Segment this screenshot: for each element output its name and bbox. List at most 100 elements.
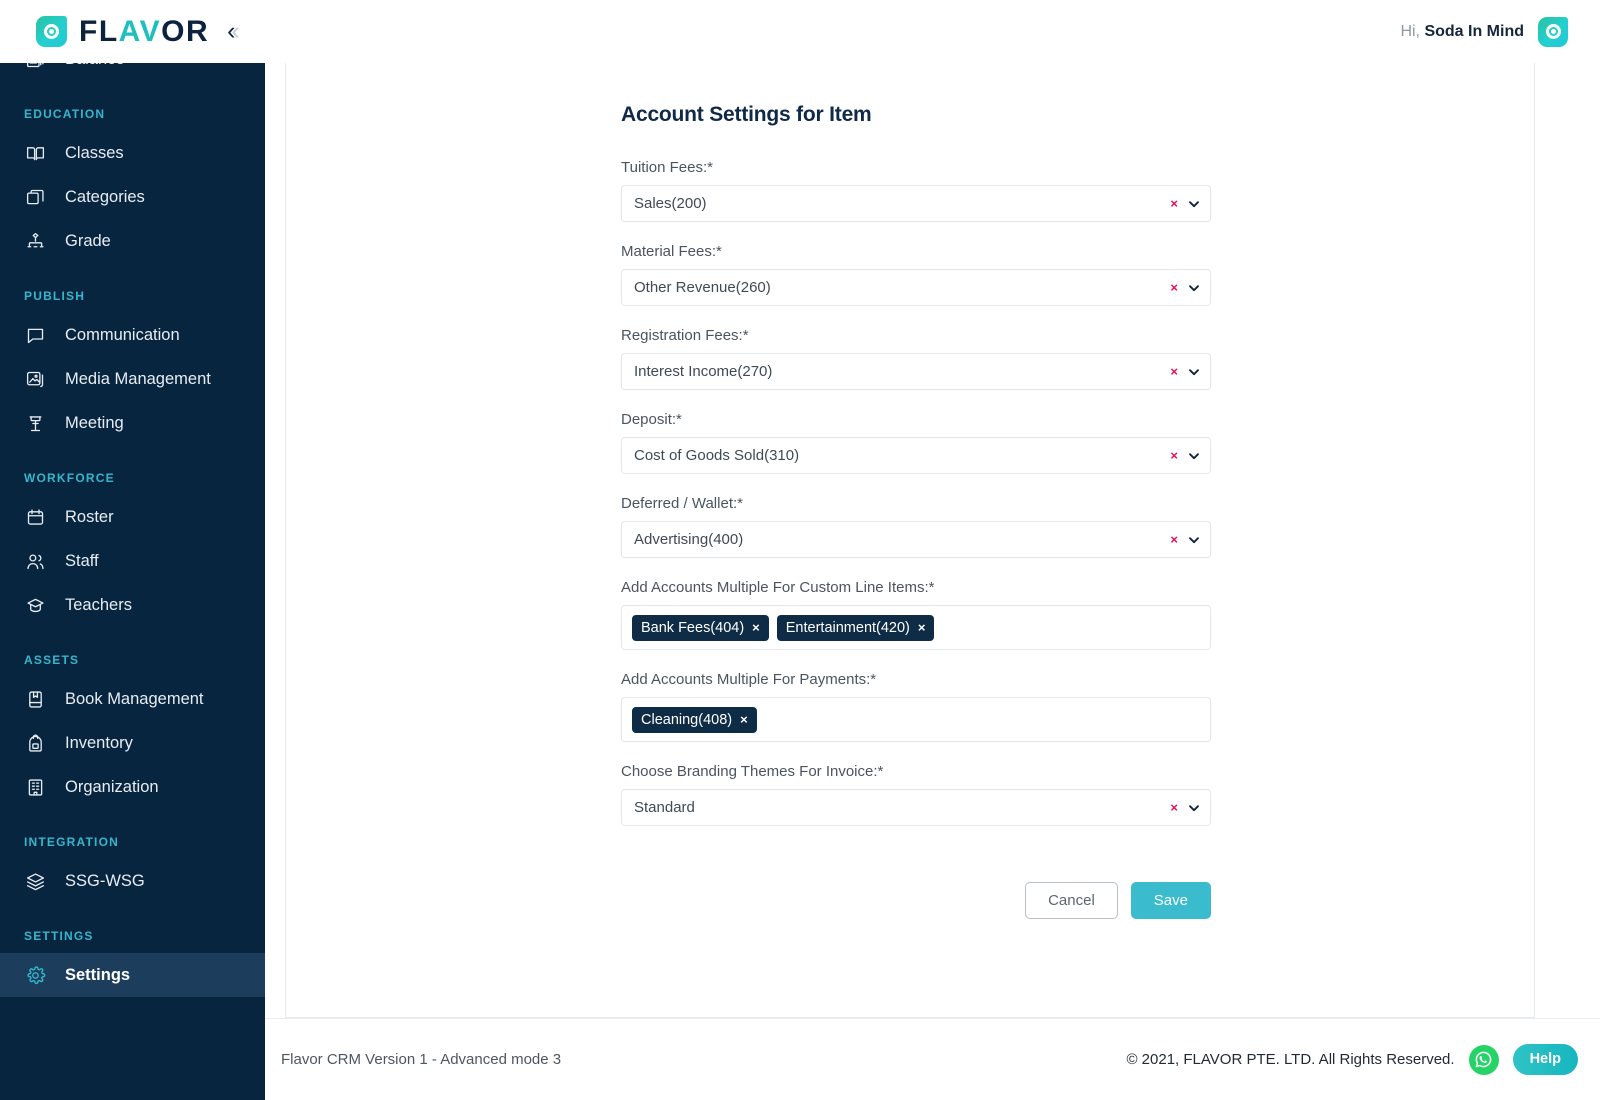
- account-settings-form: Account Settings for Item Tuition Fees:*…: [621, 103, 1211, 919]
- field-tuition-fees: Tuition Fees:* Sales(200) ×: [621, 159, 1211, 222]
- top-bar-right: Hi, Soda In Mind: [1400, 16, 1568, 47]
- sidebar-item-label: Balance: [65, 63, 125, 69]
- select-actions: ×: [1170, 197, 1200, 210]
- tag-chip[interactable]: Cleaning(408) ×: [632, 706, 757, 733]
- cancel-button[interactable]: Cancel: [1025, 882, 1118, 919]
- sidebar-item-label: SSG-WSG: [65, 871, 145, 890]
- select-actions: ×: [1170, 533, 1200, 546]
- select-value: Cost of Goods Sold(310): [634, 447, 800, 464]
- brand-word-v: V: [139, 14, 162, 48]
- brand-word-a: A: [118, 14, 140, 48]
- tag-remove-icon[interactable]: ×: [752, 621, 760, 634]
- sidebar-item-inventory[interactable]: Inventory: [0, 721, 265, 765]
- material-fees-select[interactable]: Other Revenue(260) ×: [621, 269, 1211, 306]
- whatsapp-icon[interactable]: [1468, 1044, 1499, 1075]
- deferred-wallet-select[interactable]: Advertising(400) ×: [621, 521, 1211, 558]
- form-actions: Cancel Save: [621, 882, 1211, 919]
- sidebar-item-meeting[interactable]: Meeting: [0, 401, 265, 445]
- footer-copyright: © 2021, FLAVOR PTE. LTD. All Rights Rese…: [1126, 1051, 1455, 1068]
- field-add-accounts-multiple-for-payments: Add Accounts Multiple For Payments:* Clea…: [621, 671, 1211, 742]
- sidebar-item-label: Media Management: [65, 369, 211, 388]
- clear-icon[interactable]: ×: [1170, 449, 1178, 462]
- flavor-logo-mark-icon: [36, 16, 67, 47]
- clear-icon[interactable]: ×: [1170, 801, 1178, 814]
- footer: Flavor CRM Version 1 - Advanced mode 3 ©…: [265, 1018, 1600, 1100]
- sidebar-item-grade[interactable]: Grade: [0, 219, 265, 263]
- tag-chip[interactable]: Entertainment(420) ×: [776, 614, 935, 641]
- clear-icon[interactable]: ×: [1170, 533, 1178, 546]
- sidebar-item-communication[interactable]: Communication: [0, 313, 265, 357]
- logo-ring: [44, 24, 59, 39]
- sidebar-collapse-icon[interactable]: ‹ ‹: [227, 19, 240, 44]
- book-closed-icon: [24, 688, 46, 710]
- field-label: Add Accounts Multiple For Custom Line It…: [621, 579, 935, 596]
- sidebar-item-ssg-wsg[interactable]: SSG-WSG: [0, 859, 265, 903]
- field-label: Material Fees:*: [621, 243, 722, 260]
- chevron-down-icon[interactable]: [1188, 282, 1200, 294]
- clear-icon[interactable]: ×: [1170, 197, 1178, 210]
- sidebar-item-organization[interactable]: Organization: [0, 765, 265, 809]
- chevron-down-icon[interactable]: [1188, 198, 1200, 210]
- field-label: Tuition Fees:*: [621, 159, 713, 176]
- select-value: Sales(200): [634, 195, 707, 212]
- select-value: Other Revenue(260): [634, 279, 771, 296]
- sidebar-item-book-management[interactable]: Book Management: [0, 677, 265, 721]
- field-label: Add Accounts Multiple For Payments:*: [621, 671, 877, 688]
- field-label: Registration Fees:*: [621, 327, 749, 344]
- brand-word-or: OR: [161, 14, 210, 48]
- greeting-prefix: Hi,: [1400, 22, 1420, 40]
- clear-icon[interactable]: ×: [1170, 365, 1178, 378]
- chevron-down-icon[interactable]: [1188, 802, 1200, 814]
- sidebar-section-settings: SETTINGS: [24, 929, 94, 943]
- field-registration-fees: Registration Fees:* Interest Income(270) ×: [621, 327, 1211, 390]
- field-deferred-wallet: Deferred / Wallet:* Advertising(400) ×: [621, 495, 1211, 558]
- sidebar-item-categories[interactable]: Categories: [0, 175, 265, 219]
- sidebar-item-balance[interactable]: Balance: [0, 63, 265, 81]
- sidebar-item-classes[interactable]: Classes: [0, 131, 265, 175]
- sidebar-item-roster[interactable]: Roster: [0, 495, 265, 539]
- sidebar-item-staff[interactable]: Staff: [0, 539, 265, 583]
- clear-icon[interactable]: ×: [1170, 281, 1178, 294]
- select-value: Advertising(400): [634, 531, 744, 548]
- brand-logo[interactable]: FLAVOR: [36, 16, 209, 47]
- add-accounts-multiple-for-payments-multiselect[interactable]: Cleaning(408) ×: [621, 697, 1211, 742]
- registration-fees-select[interactable]: Interest Income(270) ×: [621, 353, 1211, 390]
- sidebar-item-media-management[interactable]: Media Management: [0, 357, 265, 401]
- podium-icon: [24, 412, 46, 434]
- sidebar-item-label: Settings: [65, 965, 131, 984]
- sidebar-item-teachers[interactable]: Teachers: [0, 583, 265, 627]
- tag-remove-icon[interactable]: ×: [740, 713, 748, 726]
- select-actions: ×: [1170, 449, 1200, 462]
- chevron-down-icon[interactable]: [1188, 534, 1200, 546]
- gear-icon: [24, 964, 46, 986]
- layers-icon: [24, 870, 46, 892]
- branding-theme-select[interactable]: Standard ×: [621, 789, 1211, 826]
- brand-wordmark: FLAVOR: [79, 14, 210, 48]
- field-deposit: Deposit:* Cost of Goods Sold(310) ×: [621, 411, 1211, 474]
- sidebar-item-label: Teachers: [65, 595, 132, 614]
- sidebar-item-label: Categories: [65, 187, 145, 206]
- chevron-down-icon[interactable]: [1188, 366, 1200, 378]
- sidebar-item-label: Organization: [65, 777, 159, 796]
- sidebar-item-label: Inventory: [65, 733, 133, 752]
- sidebar-item-label: Roster: [65, 507, 114, 526]
- select-fields-group: Tuition Fees:* Sales(200) × Material Fees:*…: [621, 159, 1211, 558]
- help-button[interactable]: Help: [1512, 1044, 1578, 1075]
- sidebar-section-integration: INTEGRATION: [24, 835, 119, 849]
- tag-fields-group: Add Accounts Multiple For Custom Line It…: [621, 579, 1211, 742]
- sidebar[interactable]: Balance EDUCATION Classes Categories Grade PU…: [0, 63, 265, 1100]
- deposit-select[interactable]: Cost of Goods Sold(310) ×: [621, 437, 1211, 474]
- logo-dot: [49, 29, 54, 34]
- sidebar-section-education: EDUCATION: [24, 107, 106, 121]
- chevron-down-icon[interactable]: [1188, 450, 1200, 462]
- sidebar-item-label: Grade: [65, 231, 111, 250]
- main-content: Account Settings for Item Tuition Fees:*…: [265, 63, 1600, 1100]
- tuition-fees-select[interactable]: Sales(200) ×: [621, 185, 1211, 222]
- app-root: FLAVOR ‹‹ Hi, Soda In Mind Balance EDUCAT…: [0, 0, 1600, 1100]
- add-accounts-multiple-for-custom-line-items-multiselect[interactable]: Bank Fees(404) × Entertainment(420) ×: [621, 605, 1211, 650]
- tag-remove-icon[interactable]: ×: [918, 621, 926, 634]
- tag-chip[interactable]: Bank Fees(404) ×: [632, 614, 769, 641]
- save-button[interactable]: Save: [1130, 882, 1211, 919]
- sidebar-item-settings[interactable]: Settings: [0, 953, 265, 997]
- avatar[interactable]: [1538, 16, 1568, 47]
